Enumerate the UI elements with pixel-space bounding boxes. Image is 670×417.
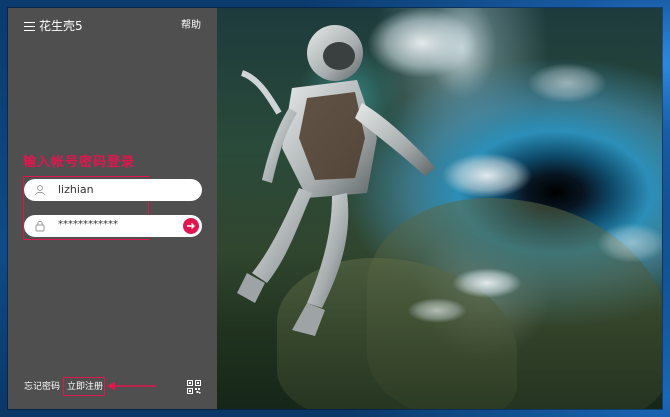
register-link[interactable]: 立即注册 (67, 381, 103, 393)
qr-code-icon[interactable] (187, 380, 201, 394)
user-icon (35, 185, 45, 196)
annotation-arrow (107, 381, 156, 391)
title-bar: 花生壳5 帮助 (8, 8, 217, 44)
menu-icon[interactable] (24, 22, 35, 31)
login-panel: 花生壳5 帮助 输入帐号密码登录 lizhian ************ 忘记… (8, 8, 217, 409)
help-link[interactable]: 帮助 (181, 19, 201, 33)
username-field[interactable]: lizhian (24, 179, 202, 201)
app-title: 花生壳5 (39, 19, 83, 33)
peanut-shell-login-window: 花生壳5 帮助 输入帐号密码登录 lizhian ************ 忘记… (8, 8, 662, 409)
lock-icon (35, 220, 45, 232)
arrow-right-icon (187, 223, 195, 229)
password-field[interactable]: ************ (24, 215, 202, 237)
annotation-heading: 输入帐号密码登录 (23, 155, 136, 170)
password-value: ************ (58, 219, 118, 230)
astronaut-artwork (217, 8, 662, 409)
login-submit-button[interactable] (183, 218, 199, 234)
astronaut-figure (237, 25, 435, 336)
username-value: lizhian (58, 183, 94, 196)
forgot-password-link[interactable]: 忘记密码 (24, 381, 60, 393)
